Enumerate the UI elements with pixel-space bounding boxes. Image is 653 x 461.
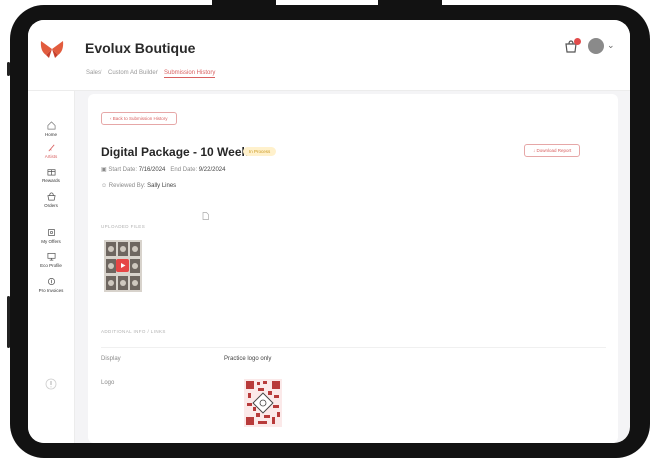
breadcrumb-item[interactable]: Sales: [86, 70, 101, 76]
sidebar-item-label: My Offers: [41, 239, 61, 244]
breadcrumb-current[interactable]: Submission History: [164, 70, 216, 78]
bag-icon: [46, 192, 56, 201]
sidebar-item-home[interactable]: Home: [28, 121, 74, 137]
end-date-label: End Date:: [170, 167, 198, 173]
reviewed-by-label: Reviewed By:: [108, 183, 146, 189]
chevron-down-icon[interactable]: ⌄: [607, 40, 615, 51]
gift-icon: [47, 169, 55, 176]
breadcrumb-separator: /: [100, 70, 102, 76]
sidebar-item-eco-profile[interactable]: Eco Profile: [28, 252, 74, 268]
back-button-label: Back to Submission History: [112, 116, 168, 121]
reviewed-by-value: Sally Lines: [147, 183, 177, 189]
side-button: [7, 62, 10, 76]
logo-preview-image[interactable]: [244, 379, 282, 427]
device-top-edge: [378, 0, 442, 8]
sidebar-item-pro-invoices[interactable]: Pro Invoices: [28, 277, 74, 293]
file-icon[interactable]: [202, 212, 209, 220]
sidebar-item-orders[interactable]: Orders: [28, 192, 74, 208]
sidebar-item-label: Pro Invoices: [38, 288, 64, 293]
sidebar-item-artists[interactable]: Artists: [28, 143, 74, 159]
sidebar-item-label: Home: [44, 132, 57, 137]
sidebar-item-label: Orders: [44, 203, 58, 208]
home-icon: [47, 121, 55, 130]
display-value: Practice logo only: [224, 356, 272, 362]
page-title: Digital Package - 10 Weeks: [101, 145, 255, 159]
user-icon: ☺: [101, 183, 109, 189]
play-icon[interactable]: [116, 259, 129, 272]
uploaded-files-heading: UPLOADED FILES: [101, 224, 146, 229]
cart-notification-badge: [574, 38, 581, 45]
monitor-icon: [47, 252, 55, 261]
download-report-button[interactable]: ↓ Download Report: [524, 144, 581, 157]
start-date-label: Start Date:: [108, 167, 138, 173]
tag-icon: [47, 228, 55, 237]
sidebar: Home Artists Rewards Orders My Offers Ec…: [28, 91, 75, 443]
sidebar-item-my-offers[interactable]: My Offers: [28, 228, 74, 244]
uploaded-video-thumbnail[interactable]: [104, 240, 142, 292]
sidebar-item-label: Artists: [44, 154, 58, 159]
sidebar-item-label: Rewards: [42, 178, 60, 183]
top-header: Evolux Boutique Sales / Custom Ad Builde…: [28, 20, 630, 91]
logo-label: Logo: [101, 380, 115, 386]
section-divider: [101, 347, 606, 348]
submission-detail-card: ‹ Back to Submission History Digital Pac…: [88, 94, 618, 443]
user-avatar[interactable]: [588, 38, 604, 54]
status-badge: In Process: [243, 147, 277, 156]
device-top-edge: [212, 0, 276, 8]
back-to-history-button[interactable]: ‹ Back to Submission History: [101, 112, 177, 125]
invoice-icon: [47, 277, 55, 286]
brush-icon: [47, 144, 55, 152]
breadcrumb-separator: /: [156, 70, 158, 76]
side-button: [7, 296, 10, 348]
display-label: Display: [101, 356, 121, 362]
end-date-value: 9/22/2024: [198, 167, 226, 173]
download-button-label: Download Report: [536, 148, 572, 153]
sidebar-item-rewards[interactable]: Rewards: [28, 167, 74, 183]
additional-info-heading: ADDITIONAL INFO / LINKS: [101, 329, 166, 334]
start-date-value: 7/16/2024: [138, 167, 166, 173]
date-range: ▣ Start Date: 7/16/2024 End Date: 9/22/2…: [101, 166, 225, 173]
app-screen: Evolux Boutique Sales / Custom Ad Builde…: [28, 20, 630, 443]
help-icon[interactable]: [45, 378, 57, 390]
sidebar-item-label: Eco Profile: [40, 263, 62, 268]
butterfly-logo-icon[interactable]: [40, 39, 64, 59]
app-title: Evolux Boutique: [85, 40, 196, 56]
reviewer-info: ☺ Reviewed By: Sally Lines: [101, 183, 176, 189]
breadcrumb-item[interactable]: Custom Ad Builder: [108, 70, 158, 76]
